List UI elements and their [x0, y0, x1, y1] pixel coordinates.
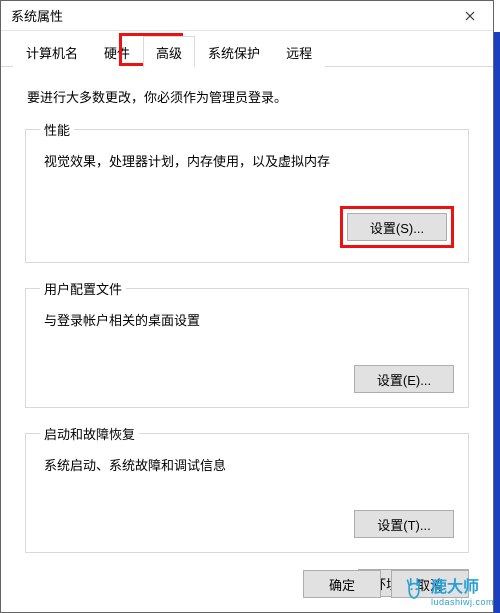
titlebar: 系统属性 — [1, 1, 493, 31]
dialog-footer: 确定 取消 — [303, 570, 469, 598]
group-performance: 性能 视觉效果，处理器计划，内存使用，以及虚拟内存 设置(S)... — [25, 120, 469, 263]
group-startup-recovery-desc: 系统启动、系统故障和调试信息 — [44, 455, 454, 474]
group-user-profiles-desc: 与登录帐户相关的桌面设置 — [44, 310, 454, 329]
close-button[interactable] — [447, 1, 493, 31]
tab-row: 计算机名 硬件 高级 系统保护 远程 — [1, 31, 493, 67]
user-profiles-settings-button[interactable]: 设置(E)... — [354, 365, 454, 393]
group-startup-recovery-legend: 启动和故障恢复 — [40, 424, 139, 443]
right-edge-strip — [494, 32, 500, 613]
tab-content: 要进行大多数更改，你必须作为管理员登录。 性能 视觉效果，处理器计划，内存使用，… — [1, 67, 493, 597]
window-title: 系统属性 — [11, 6, 63, 25]
group-startup-recovery: 启动和故障恢复 系统启动、系统故障和调试信息 设置(T)... — [25, 424, 469, 553]
tab-computer-name[interactable]: 计算机名 — [13, 36, 91, 67]
tab-advanced[interactable]: 高级 — [143, 36, 195, 67]
cancel-button[interactable]: 取消 — [391, 570, 469, 598]
ok-button[interactable]: 确定 — [303, 570, 381, 598]
close-icon — [465, 11, 475, 21]
tab-system-protection[interactable]: 系统保护 — [195, 36, 273, 67]
group-performance-desc: 视觉效果，处理器计划，内存使用，以及虚拟内存 — [44, 151, 454, 170]
highlight-box-button: 设置(S)... — [340, 206, 454, 248]
startup-recovery-settings-button[interactable]: 设置(T)... — [354, 510, 454, 538]
group-performance-legend: 性能 — [40, 120, 74, 139]
performance-settings-button[interactable]: 设置(S)... — [347, 213, 447, 241]
group-user-profiles-legend: 用户配置文件 — [40, 279, 126, 298]
tab-remote[interactable]: 远程 — [273, 36, 325, 67]
group-user-profiles: 用户配置文件 与登录帐户相关的桌面设置 设置(E)... — [25, 279, 469, 408]
system-properties-window: 系统属性 计算机名 硬件 高级 系统保护 远程 要进行大多数更改，你必须作为管理… — [0, 0, 494, 613]
tab-hardware[interactable]: 硬件 — [91, 36, 143, 67]
admin-hint: 要进行大多数更改，你必须作为管理员登录。 — [27, 87, 469, 106]
